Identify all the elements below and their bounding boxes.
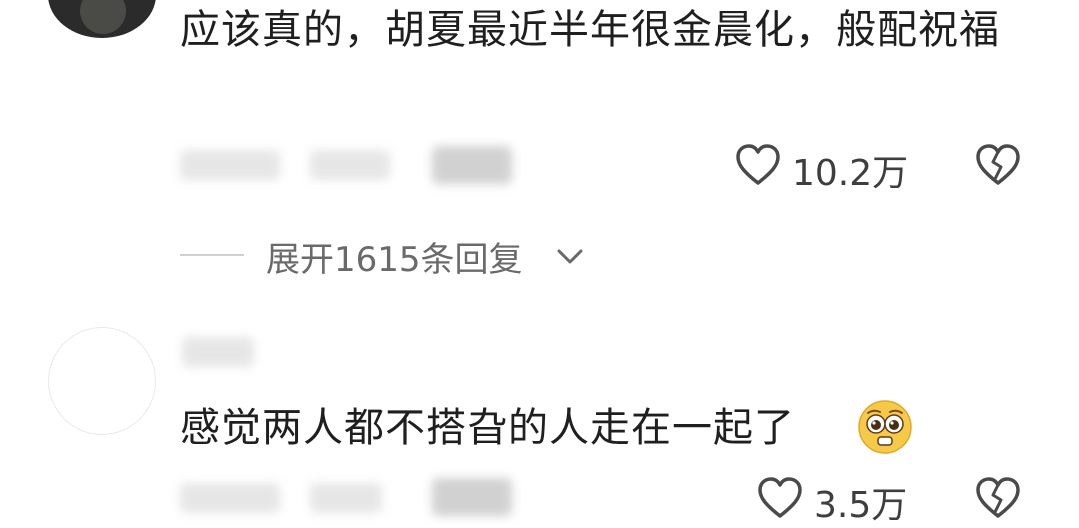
pleading-face-emoji [856, 398, 914, 456]
avatar[interactable] [48, 0, 156, 38]
like-count: 3.5万 [814, 485, 908, 526]
chevron-down-icon[interactable] [554, 240, 586, 272]
avatar[interactable] [48, 327, 156, 435]
heart-outline-icon[interactable] [756, 474, 804, 522]
blurred-date [180, 483, 280, 513]
blurred-location [310, 150, 390, 180]
comment-text: 感觉两人都不搭旮的人走在一起了 [180, 405, 795, 451]
blurred-username[interactable] [182, 337, 254, 367]
blurred-reply-button[interactable] [432, 478, 512, 516]
comment-text: 应该真的，胡夏最近半年很金晨化，般配祝福 [180, 7, 1000, 53]
blurred-date [180, 150, 280, 180]
divider [180, 254, 244, 256]
blurred-reply-button[interactable] [432, 146, 512, 184]
broken-heart-icon[interactable] [974, 141, 1022, 189]
heart-outline-icon[interactable] [734, 141, 782, 189]
like-count: 10.2万 [792, 153, 909, 194]
expand-replies-button[interactable]: 展开1615条回复 [266, 232, 523, 281]
expand-replies-label: 展开1615条回复 [266, 240, 523, 280]
blurred-location [310, 483, 382, 513]
broken-heart-icon[interactable] [974, 474, 1022, 522]
